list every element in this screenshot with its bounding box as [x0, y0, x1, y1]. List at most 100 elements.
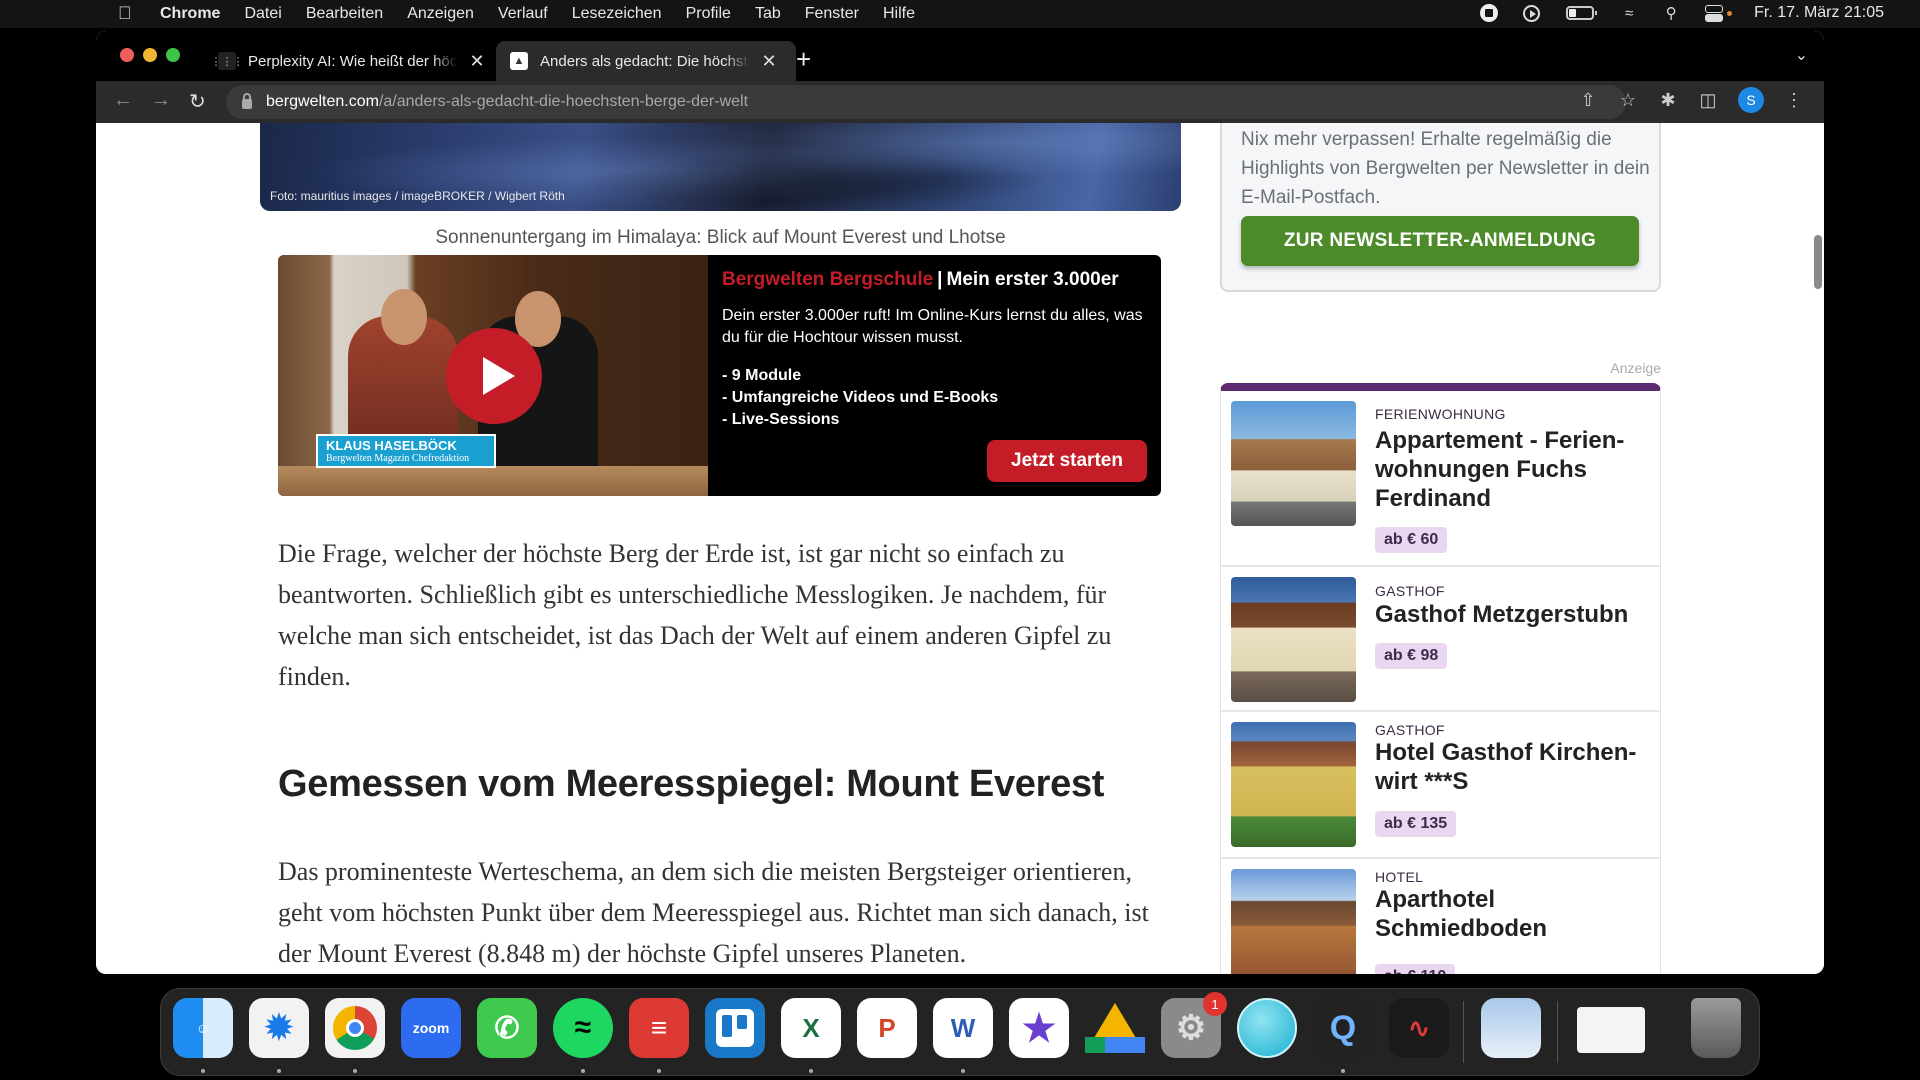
video-name: KLAUS HASELBÖCK — [326, 438, 457, 453]
menu-datei[interactable]: Datei — [244, 5, 281, 23]
bergschule-promo-banner[interactable]: KLAUS HASELBÖCK Bergwelten Magazin Chefr… — [278, 255, 1161, 496]
powerpoint-icon[interactable]: P — [857, 998, 917, 1058]
promo-headline: Bergwelten Bergschule | Mein erster 3.000e… — [722, 269, 1152, 291]
todoist-icon[interactable]: ≡ — [629, 998, 689, 1058]
back-arrow-icon[interactable]: ← — [113, 89, 133, 112]
system-settings-icon[interactable]: ⚙ 1 — [1161, 992, 1227, 1058]
tab-search-chevron-icon[interactable]: ⌄ — [1795, 45, 1808, 65]
trash-icon[interactable] — [1691, 998, 1741, 1058]
menu-fenster[interactable]: Fenster — [805, 5, 859, 23]
video-role: Bergwelten Magazin Chefredaktion — [326, 453, 470, 464]
chrome-menu-icon[interactable]: ⋮ — [1784, 90, 1804, 111]
menu-clock[interactable]: Fr. 17. März 21:05 — [1754, 4, 1884, 22]
close-tab-icon[interactable]: ✕ — [468, 51, 486, 72]
screen-recording-icon[interactable] — [1479, 4, 1499, 22]
google-drive-icon[interactable] — [1085, 998, 1145, 1058]
spotlight-search-icon[interactable]: ⚲ — [1661, 4, 1681, 22]
menu-tab[interactable]: Tab — [755, 5, 781, 23]
safari-icon[interactable]: ✹ — [249, 998, 309, 1058]
spotify-icon[interactable]: ≈ — [553, 998, 613, 1058]
preview-icon[interactable] — [1481, 998, 1541, 1058]
menu-app-name[interactable]: Chrome — [160, 5, 220, 23]
newsletter-signup-button[interactable]: ZUR NEWSLETTER-ANMELDUNG — [1241, 216, 1639, 266]
listing-category: HOTEL — [1375, 869, 1424, 885]
menu-hilfe[interactable]: Hilfe — [883, 5, 915, 23]
video-person-1-head — [381, 289, 427, 345]
running-indicator — [961, 1069, 965, 1073]
chrome-window: ⋮⋮⋮ Perplexity AI: Wie heißt der höchste… — [96, 31, 1824, 974]
screen-recorder-icon[interactable] — [1237, 998, 1297, 1058]
jetzt-starten-button[interactable]: Jetzt starten — [987, 440, 1147, 482]
control-center-icon[interactable] — [1703, 4, 1724, 22]
list-item[interactable]: GASTHOF Gasthof Metzgerstubn ab € 98 — [1221, 567, 1660, 712]
list-item[interactable]: HOTEL Aparthotel Schmiedboden ab € 110 — [1221, 859, 1660, 974]
forward-arrow-icon[interactable]: → — [151, 89, 171, 112]
promo-bullet: - Live-Sessions — [722, 411, 840, 428]
list-item[interactable]: FERIENWOHNUNG Appartement - Ferien-wohnu… — [1221, 391, 1660, 567]
quicktime-icon[interactable]: Q — [1313, 998, 1373, 1058]
listing-photo[interactable] — [1231, 577, 1356, 702]
listing-photo[interactable] — [1231, 869, 1356, 974]
browser-toolbar: ← → ↻ bergwelten.com /a/anders-als-gedac… — [96, 81, 1824, 123]
lock-icon[interactable] — [242, 93, 252, 109]
listing-photo[interactable] — [1231, 722, 1356, 847]
promo-separator: | — [937, 269, 943, 290]
trello-icon[interactable] — [705, 998, 765, 1058]
extensions-puzzle-icon[interactable]: ✱ — [1658, 90, 1678, 111]
hero-image-himalaya: Foto: mauritius images / imageBROKER / W… — [260, 123, 1181, 211]
running-indicator — [581, 1069, 585, 1073]
chrome-apps-folder-icon[interactable] — [1577, 1007, 1645, 1053]
bookmark-star-icon[interactable]: ☆ — [1618, 90, 1638, 111]
side-panel-icon[interactable]: ◫ — [1698, 90, 1718, 111]
imovie-icon[interactable]: ★ — [1009, 998, 1069, 1058]
whatsapp-icon[interactable]: ✆ — [477, 998, 537, 1058]
dock-separator — [1557, 1001, 1558, 1063]
promo-video-thumbnail[interactable]: KLAUS HASELBÖCK Bergwelten Magazin Chefr… — [278, 255, 708, 496]
wifi-icon[interactable]: ≈ — [1619, 4, 1639, 22]
apple-menu-icon[interactable]:  — [118, 3, 132, 24]
listing-name[interactable]: Aparthotel Schmiedboden — [1375, 885, 1655, 943]
close-window-button[interactable] — [120, 48, 134, 62]
battery-icon[interactable] — [1563, 4, 1598, 22]
address-bar[interactable]: bergwelten.com /a/anders-als-gedacht-die… — [226, 85, 1626, 119]
notification-badge: 1 — [1203, 992, 1227, 1016]
video-play-icon[interactable] — [446, 328, 542, 424]
video-name-tag: KLAUS HASELBÖCK Bergwelten Magazin Chefr… — [316, 434, 496, 468]
menu-anzeigen[interactable]: Anzeigen — [407, 5, 474, 23]
price-badge: ab € 98 — [1375, 643, 1448, 669]
chrome-icon[interactable] — [325, 998, 385, 1058]
fullscreen-window-button[interactable] — [166, 48, 180, 62]
listing-name[interactable]: Hotel Gasthof Kirchen-wirt ***S — [1375, 738, 1655, 796]
profile-avatar[interactable]: S — [1738, 87, 1764, 113]
finder-icon[interactable]: ☺ — [173, 998, 233, 1058]
url-host: bergwelten.com — [266, 93, 379, 110]
word-icon[interactable]: W — [933, 998, 993, 1058]
media-play-icon[interactable] — [1521, 4, 1541, 22]
tab-bergwelten[interactable]: ▲ Anders als gedacht: Die höchsten ✕ — [496, 41, 796, 81]
listing-name[interactable]: Appartement - Ferien-wohnungen Fuchs Fer… — [1375, 426, 1655, 513]
listing-category: FERIENWOHNUNG — [1375, 406, 1506, 422]
list-item[interactable]: GASTHOF Hotel Gasthof Kirchen-wirt ***S … — [1221, 712, 1660, 859]
menu-bearbeiten[interactable]: Bearbeiten — [306, 5, 383, 23]
status-area: ≈ ⚲ Fr. 17. März 21:05 — [1479, 4, 1884, 22]
perplexity-grid-icon: ⋮⋮⋮ — [211, 52, 244, 70]
new-tab-button[interactable]: + — [796, 44, 811, 75]
tab-perplexity[interactable]: ⋮⋮⋮ Perplexity AI: Wie heißt der höchste… — [211, 41, 488, 81]
dock-separator — [1463, 1001, 1464, 1063]
menu-lesezeichen[interactable]: Lesezeichen — [572, 5, 662, 23]
reload-icon[interactable]: ↻ — [189, 89, 206, 114]
voice-memos-icon[interactable]: ∿ — [1389, 998, 1449, 1058]
mic-in-use-indicator-icon — [1727, 10, 1733, 16]
excel-icon[interactable]: X — [781, 998, 841, 1058]
running-indicator — [1341, 1069, 1345, 1073]
zoom-icon[interactable]: zoom — [401, 998, 461, 1058]
listing-photo[interactable] — [1231, 401, 1356, 526]
price-badge: ab € 135 — [1375, 811, 1457, 837]
share-icon[interactable]: ⇧ — [1578, 90, 1598, 111]
listing-name[interactable]: Gasthof Metzgerstubn — [1375, 600, 1655, 629]
page-scrollbar[interactable] — [1814, 235, 1822, 289]
minimize-window-button[interactable] — [143, 48, 157, 62]
menu-profile[interactable]: Profile — [686, 5, 731, 23]
menu-verlauf[interactable]: Verlauf — [498, 5, 548, 23]
close-tab-icon[interactable]: ✕ — [760, 51, 778, 72]
